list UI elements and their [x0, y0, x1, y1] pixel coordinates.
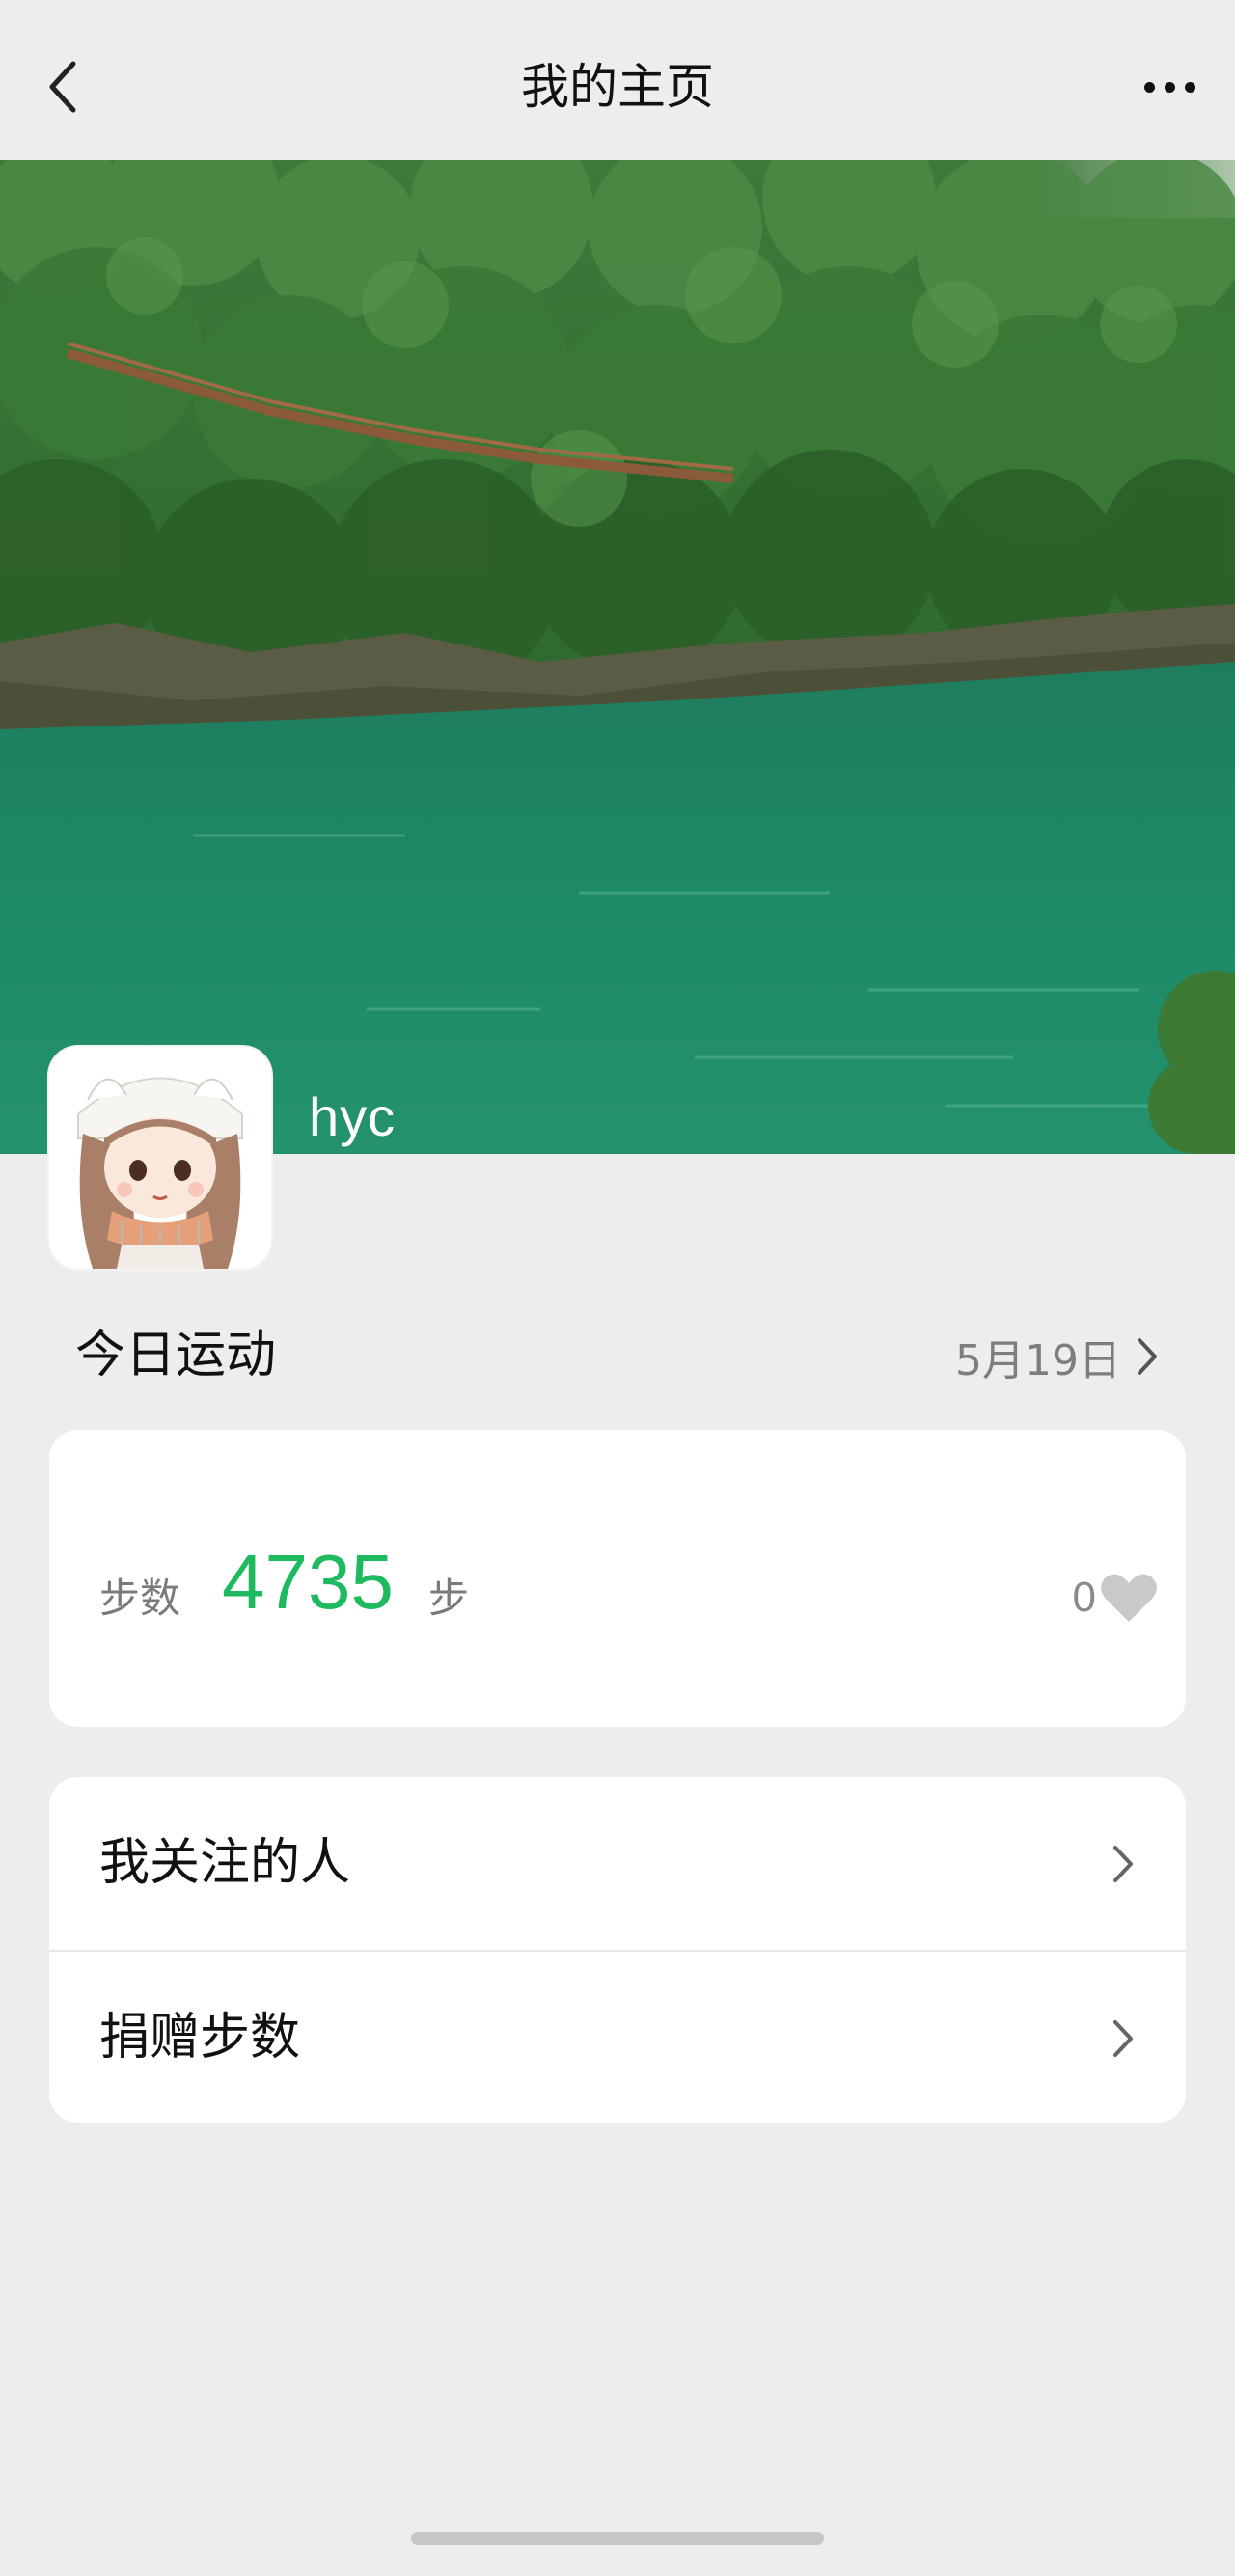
- home-indicator[interactable]: [411, 2532, 824, 2545]
- steps-label: 步数: [99, 1575, 181, 1622]
- page-title: 我的主页: [521, 59, 714, 115]
- more-button[interactable]: [1131, 48, 1208, 125]
- profile-page: 我的主页 hyc 今日运动 5月19日 步数 4735 步 0 我关注的人 捐赠…: [0, 0, 1235, 2576]
- heart-icon: [1101, 1574, 1157, 1622]
- more-dot: [1184, 81, 1195, 93]
- like-button[interactable]: 0: [1073, 1561, 1158, 1634]
- nav-bar: 我的主页: [0, 0, 1235, 160]
- avatar[interactable]: [49, 1047, 271, 1269]
- menu-item-label: 捐赠步数: [99, 2009, 301, 2067]
- menu-card: 我关注的人 捐赠步数: [49, 1777, 1186, 2123]
- username: hyc: [309, 1086, 397, 1147]
- like-count: 0: [1072, 1574, 1096, 1621]
- today-exercise-title: 今日运动: [75, 1327, 277, 1384]
- chevron-right-icon: [1113, 1845, 1133, 1882]
- menu-item-following[interactable]: 我关注的人: [49, 1777, 1186, 1950]
- avatar-image: [49, 1047, 271, 1269]
- menu-item-label: 我关注的人: [99, 1834, 351, 1892]
- cover-photo[interactable]: [0, 160, 1235, 1154]
- date-selector[interactable]: 5月19日: [955, 1327, 1160, 1386]
- chevron-right-icon: [1138, 1338, 1157, 1375]
- more-dots-icon: [1143, 81, 1155, 93]
- steps-unit: 步: [428, 1575, 470, 1622]
- landscape-image: [0, 160, 1235, 1154]
- chevron-right-icon: [1113, 2019, 1133, 2057]
- steps-card[interactable]: [49, 1430, 1186, 1727]
- steps-count: 4735: [222, 1539, 394, 1625]
- more-dot: [1164, 81, 1175, 93]
- menu-item-donate-steps[interactable]: 捐赠步数: [49, 1952, 1186, 2123]
- date-label: 5月19日: [955, 1336, 1121, 1385]
